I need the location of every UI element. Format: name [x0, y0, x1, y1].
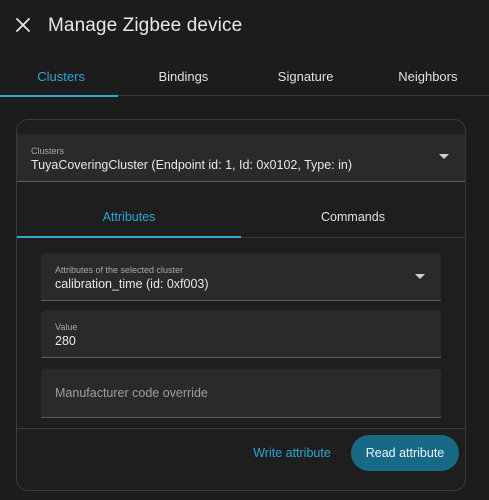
value-field-label: Value	[55, 322, 78, 332]
attributes-select[interactable]: Attributes of the selected cluster calib…	[41, 253, 441, 301]
dialog-title: Manage Zigbee device	[48, 15, 243, 36]
tab-clusters[interactable]: Clusters	[0, 56, 122, 97]
clusters-select[interactable]: Clusters TuyaCoveringCluster (Endpoint i…	[17, 134, 465, 182]
tab-signature[interactable]: Signature	[245, 56, 367, 96]
read-attribute-button[interactable]: Read attribute	[351, 435, 459, 471]
actions-divider	[17, 428, 465, 429]
tab-commands[interactable]: Commands	[241, 197, 465, 237]
value-field[interactable]: Value 280	[41, 310, 441, 358]
tab-attributes[interactable]: Attributes	[17, 197, 241, 238]
clusters-select-label: Clusters	[31, 146, 65, 156]
manufacturer-code-override-field[interactable]: Manufacturer code override	[41, 369, 441, 418]
attributes-select-value: calibration_time (id: 0xf003)	[55, 277, 209, 291]
dialog-header: Manage Zigbee device	[0, 0, 489, 56]
clusters-select-value: TuyaCoveringCluster (Endpoint id: 1, Id:…	[31, 158, 353, 172]
close-button[interactable]	[10, 12, 36, 38]
write-attribute-button[interactable]: Write attribute	[246, 436, 338, 470]
close-icon	[16, 18, 30, 32]
value-field-value: 280	[55, 334, 76, 348]
clusters-card: Clusters TuyaCoveringCluster (Endpoint i…	[16, 119, 466, 491]
tab-bindings[interactable]: Bindings	[122, 56, 244, 96]
device-tabs: Clusters Bindings Signature Neighbors	[0, 56, 489, 97]
tab-neighbors[interactable]: Neighbors	[367, 56, 489, 96]
manage-zigbee-device-dialog: Manage Zigbee device Clusters Bindings S…	[0, 0, 489, 500]
cluster-tabs: Attributes Commands	[17, 197, 465, 238]
dropdown-arrow-icon	[439, 154, 449, 159]
dropdown-arrow-icon	[415, 274, 425, 279]
manufacturer-code-placeholder: Manufacturer code override	[55, 386, 208, 400]
attributes-select-label: Attributes of the selected cluster	[55, 265, 184, 275]
